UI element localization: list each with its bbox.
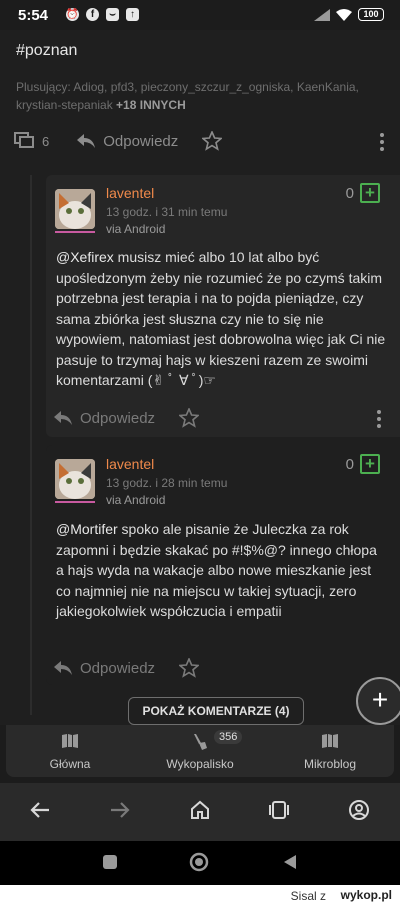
nav-item-glowna[interactable]: Główna [20,733,120,771]
reply-label: Odpowiedz [80,409,156,427]
comment-body: @Mortifer spoko ale pisanie że Juleczka … [56,519,386,622]
plusers-names: Plusujący: Adiog, pfd3, pieczony_szczur_… [16,80,359,112]
comments-count: 6 [42,133,50,149]
reply-icon [54,661,72,675]
show-comments-button[interactable]: POKAŻ KOMENTARZE (4) [128,697,304,725]
comment-card: laventel 13 godz. i 28 min temu via Andr… [46,445,400,685]
plusers-list[interactable]: Plusujący: Adiog, pfd3, pieczony_szczur_… [16,78,386,114]
home-icon [62,734,78,748]
comment-author[interactable]: laventel [106,185,154,201]
home-button-icon[interactable] [189,852,209,872]
wifi-icon [336,8,352,21]
comment-author[interactable]: laventel [106,456,154,472]
mention-link[interactable]: @Mortifer [56,521,118,537]
browser-toolbar [0,783,400,841]
alarm-icon: ⏰ [66,8,79,21]
status-time: 5:54 [18,7,49,24]
wykopalisko-badge: 356 [214,730,243,744]
comment-time: 13 godz. i 28 min temu [106,476,228,490]
reply-label: Odpowiedz [80,659,156,677]
account-icon[interactable] [348,799,370,821]
favorite-star-icon[interactable] [179,408,200,428]
reply-icon [54,411,72,425]
comment-meta: 13 godz. i 28 min temu via Android [106,475,227,509]
tabs-icon[interactable] [268,799,290,821]
comment-source: via Android [106,222,166,236]
mention-link[interactable]: @Xefirex [56,249,114,265]
comment-actions: Odpowiedz [54,408,200,428]
nav-label: Główna [49,757,91,771]
nav-item-mikroblog[interactable]: Mikroblog [280,733,380,771]
app-bottom-nav: Główna Wykopalisko Mikroblog [0,725,400,783]
post-actions: 6 Odpowiedz [14,131,223,151]
facebook-icon: f [86,8,99,21]
status-bar: 5:54 ⏰ f ⌣ ↑ 100 [0,0,400,30]
home-page-icon[interactable] [189,799,211,821]
system-status-icons: 100 [314,8,384,21]
comment-card: laventel 13 godz. i 31 min temu via Andr… [46,175,400,437]
favorite-star-icon[interactable] [179,658,200,678]
footer-text: Sisal z [290,889,326,903]
nav-label: Mikroblog [303,757,357,771]
forward-arrow-icon[interactable] [109,799,131,821]
comment-score: 0 [345,185,354,202]
plus-icon: + [371,684,389,715]
comments-count-button[interactable]: 6 [14,132,49,150]
messenger-icon: ⌣ [106,8,119,21]
back-button-icon[interactable] [282,854,298,870]
reply-icon [77,134,96,148]
shovel-icon [194,734,207,750]
comment-score: 0 [345,456,354,473]
notification-icons: ⏰ f ⌣ ↑ [66,8,139,21]
comment-source: via Android [106,493,166,507]
system-nav-bar [0,841,400,885]
back-arrow-icon[interactable] [29,799,51,821]
upvote-button[interactable]: + [360,183,380,203]
reply-label: Odpowiedz [103,132,179,150]
signal-icon [314,8,330,21]
avatar-gender-bar [55,231,95,233]
avatar-gender-bar [55,501,95,503]
comment-actions: Odpowiedz [54,658,200,678]
comments-icon [14,132,34,148]
comment-meta: 13 godz. i 31 min temu via Android [106,204,227,238]
nav-label: Wykopalisko [166,757,234,771]
reply-button[interactable]: Odpowiedz [54,410,155,427]
post-more-options-icon[interactable] [379,133,385,151]
avatar[interactable] [55,459,95,499]
watermark-footer: Sisal z wykop.pl [0,885,400,908]
reply-button[interactable]: Odpowiedz [77,133,178,150]
recent-apps-icon[interactable] [102,854,118,870]
battery-icon: 100 [358,8,384,21]
comment-more-options-icon[interactable] [376,410,382,428]
plusers-more[interactable]: +18 INNYCH [116,98,186,112]
content-area[interactable]: #poznan Plusujący: Adiog, pfd3, pieczony… [0,30,400,725]
upload-icon: ↑ [126,8,139,21]
app-nav-bar: Główna Wykopalisko Mikroblog [6,725,394,777]
reply-button[interactable]: Odpowiedz [54,660,155,677]
wykop-logo: wykop.pl [340,888,392,902]
avatar[interactable] [55,189,95,229]
favorite-star-icon[interactable] [202,131,223,151]
post-hashtag[interactable]: #poznan [16,42,77,60]
add-comment-fab[interactable]: + [356,677,400,725]
comment-text: musisz mieć albo 10 lat albo być upośled… [56,249,386,388]
comment-body: @Xefirex musisz mieć albo 10 lat albo by… [56,247,386,391]
upvote-button[interactable]: + [360,454,380,474]
thread-line [30,175,32,715]
comment-time: 13 godz. i 31 min temu [106,205,228,219]
mikroblog-icon [322,734,338,748]
